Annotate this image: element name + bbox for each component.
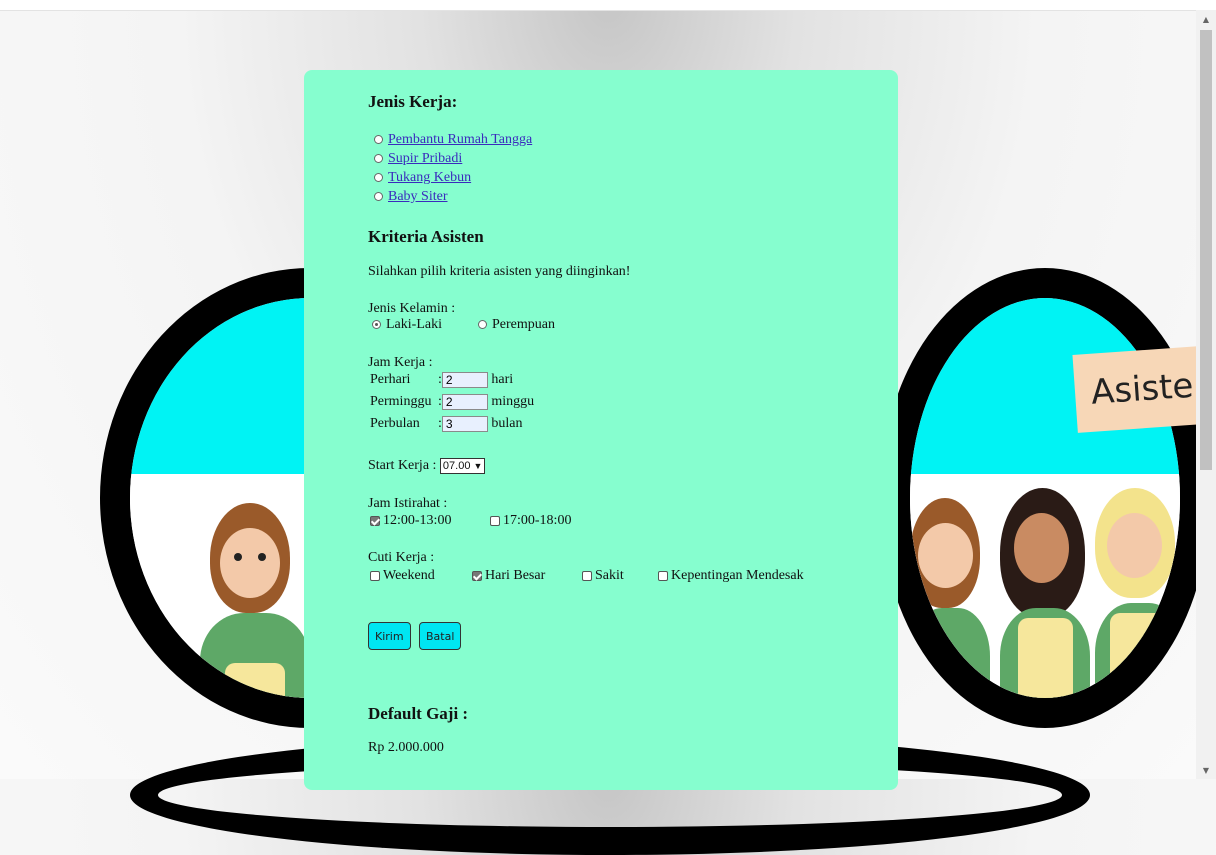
asisten-banner: Asiste <box>1072 345 1216 433</box>
perminggu-label: Perminggu <box>370 394 432 410</box>
maid-illustration-1 <box>910 498 990 698</box>
perminggu-input[interactable] <box>441 394 488 410</box>
start-kerja-label: Start Kerja : <box>368 458 437 474</box>
checkbox-icon[interactable] <box>658 570 668 581</box>
jam-kerja-row-perhari: Perhari: hari <box>370 372 513 388</box>
kriteria-intro: Silahkan pilih kriteria asisten yang dii… <box>368 264 631 279</box>
default-gaji-heading: Default Gaji : <box>368 704 469 723</box>
cuti-kepentingan-label: Kepentingan Mendesak <box>671 568 804 583</box>
cuti-option-sakit[interactable]: Sakit <box>582 568 624 584</box>
radio-icon[interactable] <box>374 192 383 202</box>
cuti-option-kepentingan[interactable]: Kepentingan Mendesak <box>658 568 804 584</box>
job-link-baby-siter[interactable]: Baby Siter <box>388 189 448 204</box>
perbulan-unit: bulan <box>491 416 523 432</box>
vertical-scrollbar[interactable]: ▲ ▼ <box>1196 10 1216 779</box>
perhari-label: Perhari <box>370 372 411 388</box>
jam-kerja-label: Jam Kerja : <box>368 355 433 370</box>
job-option-supir[interactable]: Supir Pribadi <box>374 151 462 167</box>
job-option-tukang-kebun[interactable]: Tukang Kebun <box>374 170 471 186</box>
perminggu-unit: minggu <box>491 394 535 410</box>
cuti-weekend-label: Weekend <box>383 568 435 583</box>
jam-kerja-row-perminggu: Perminggu: minggu <box>370 394 534 410</box>
job-link-tukang-kebun[interactable]: Tukang Kebun <box>388 170 471 185</box>
kirim-button[interactable]: Kirim <box>368 622 411 650</box>
radio-icon[interactable] <box>374 173 383 183</box>
checkbox-checked-icon[interactable] <box>370 515 380 526</box>
background-decoration-right <box>880 268 1210 728</box>
istirahat-option-1[interactable]: 12:00-13:00 <box>370 513 451 529</box>
start-kerja-value: 07.00 <box>442 460 471 472</box>
maid-illustration-3 <box>1095 488 1180 698</box>
perhari-input[interactable] <box>441 372 488 388</box>
perhari-unit: hari <box>491 372 514 388</box>
istirahat-2-label: 17:00-18:00 <box>503 513 572 528</box>
browser-top-edge <box>0 0 1216 11</box>
radio-icon[interactable] <box>374 135 383 145</box>
gender-laki-label: Laki-Laki <box>386 317 442 332</box>
cuti-option-weekend[interactable]: Weekend <box>370 568 435 584</box>
job-option-pembantu[interactable]: Pembantu Rumah Tangga <box>374 132 532 148</box>
batal-button[interactable]: Batal <box>419 622 462 650</box>
jenis-kelamin-label: Jenis Kelamin : <box>368 301 456 316</box>
cuti-option-hari-besar[interactable]: Hari Besar <box>472 568 545 584</box>
scroll-up-arrow-icon[interactable]: ▲ <box>1196 10 1216 28</box>
istirahat-option-2[interactable]: 17:00-18:00 <box>490 513 571 529</box>
maid-illustration-2 <box>1000 488 1090 698</box>
gender-option-perempuan[interactable]: Perempuan <box>478 317 555 333</box>
job-link-pembantu[interactable]: Pembantu Rumah Tangga <box>388 132 532 147</box>
chevron-down-icon: ▼ <box>473 461 483 471</box>
radio-checked-icon[interactable] <box>372 320 381 330</box>
start-kerja-row: Start Kerja : 07.00 ▼ <box>368 458 486 474</box>
scroll-down-arrow-icon[interactable]: ▼ <box>1196 761 1216 779</box>
start-kerja-select[interactable]: 07.00 ▼ <box>439 458 486 474</box>
perbulan-input[interactable] <box>441 416 488 432</box>
perbulan-label: Perbulan <box>370 416 420 432</box>
job-link-supir[interactable]: Supir Pribadi <box>388 151 462 166</box>
radio-icon[interactable] <box>478 320 487 330</box>
gender-option-laki[interactable]: Laki-Laki <box>372 317 442 333</box>
checkbox-icon[interactable] <box>490 515 500 526</box>
jam-kerja-row-perbulan: Perbulan: bulan <box>370 416 523 432</box>
form-panel: Jenis Kerja: Pembantu Rumah Tangga Supir… <box>304 70 898 790</box>
scrollbar-thumb[interactable] <box>1200 30 1212 470</box>
checkbox-icon[interactable] <box>582 570 592 581</box>
jam-istirahat-label: Jam Istirahat : <box>368 496 448 511</box>
cuti-sakit-label: Sakit <box>595 568 624 583</box>
cuti-hari-besar-label: Hari Besar <box>485 568 546 583</box>
jenis-kerja-heading: Jenis Kerja: <box>368 92 458 111</box>
gender-perempuan-label: Perempuan <box>492 317 555 332</box>
checkbox-icon[interactable] <box>370 570 380 581</box>
job-option-baby-siter[interactable]: Baby Siter <box>374 189 448 205</box>
default-gaji-value: Rp 2.000.000 <box>368 740 444 755</box>
kriteria-heading: Kriteria Asisten <box>368 227 484 246</box>
istirahat-1-label: 12:00-13:00 <box>383 513 452 528</box>
cuti-kerja-label: Cuti Kerja : <box>368 550 435 565</box>
checkbox-checked-icon[interactable] <box>472 570 482 581</box>
radio-icon[interactable] <box>374 154 383 164</box>
